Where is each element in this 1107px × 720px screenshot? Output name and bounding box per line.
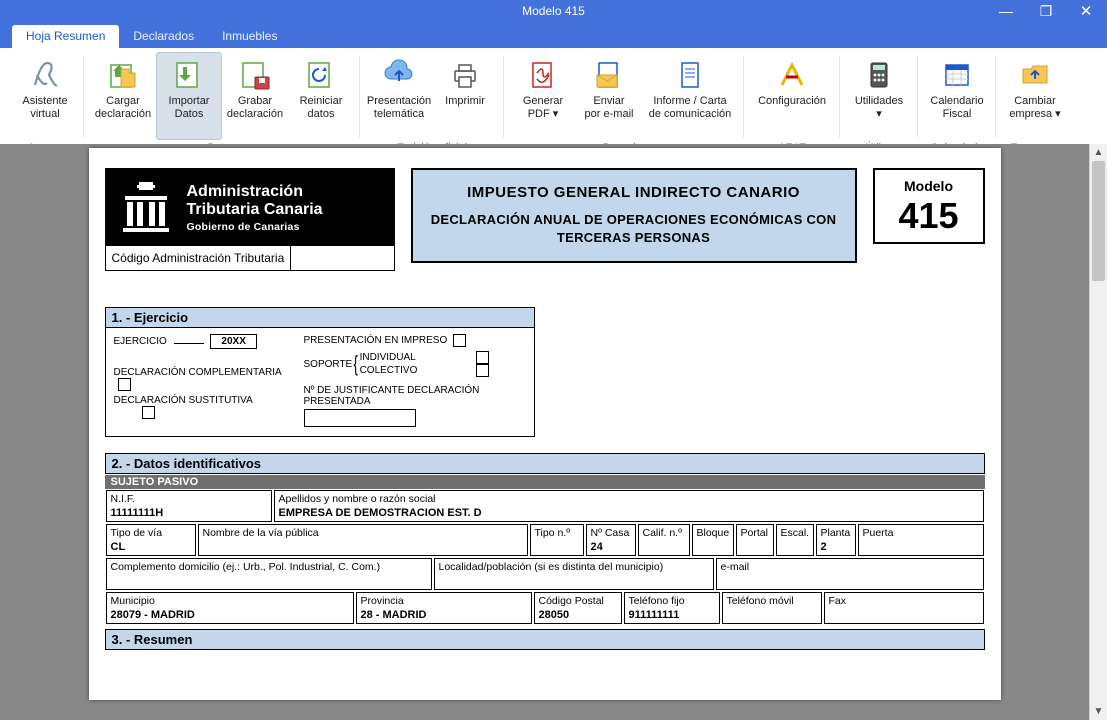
modelo-box: Modelo 415 [873, 168, 985, 244]
enviar-email-button[interactable]: Enviar por e-mail [576, 52, 642, 140]
chk-individual[interactable] [476, 351, 489, 364]
ribbon: Asistente virtual Atenea Cargar declarac… [0, 48, 1107, 159]
folder-open-icon [107, 59, 139, 91]
nif-value[interactable]: 11111111H [111, 506, 267, 520]
tipovia-value[interactable]: CL [111, 540, 191, 554]
grabar-declaracion-button[interactable]: Grabar declaración [222, 52, 288, 140]
cargar-declaracion-button[interactable]: Cargar declaración [90, 52, 156, 140]
reiniciar-datos-button[interactable]: Reiniciar datos [288, 52, 354, 140]
alpha-icon [29, 59, 61, 91]
section1-body: EJERCICIO 20XX DECLARACIÓN COMPLEMENTARI… [105, 328, 535, 437]
importar-datos-button[interactable]: Importar Datos [156, 52, 222, 140]
save-icon [239, 59, 271, 91]
calendario-fiscal-button[interactable]: Calendario Fiscal [924, 52, 990, 140]
minimize-button[interactable]: — [989, 1, 1023, 21]
informe-carta-button[interactable]: Informe / Carta de comunicación [642, 52, 738, 140]
presentacion-telematica-button[interactable]: Presentación telemática [366, 52, 432, 140]
aeat-logo-icon [776, 59, 808, 91]
pdf-icon [527, 59, 559, 91]
municipio-value[interactable]: 28079 - MADRID [111, 608, 349, 622]
ejercicio-value[interactable]: 20XX [210, 334, 256, 349]
close-button[interactable]: ✕ [1069, 1, 1103, 21]
imprimir-button[interactable]: Imprimir [432, 52, 498, 140]
scroll-up-button[interactable]: ▲ [1090, 144, 1107, 161]
tab-hoja-resumen[interactable]: Hoja Resumen [12, 25, 119, 48]
section3-header: 3. - Resumen [105, 629, 985, 650]
document-icon [674, 59, 706, 91]
utilidades-button[interactable]: Utilidades ▾ [846, 52, 912, 140]
section1-header: 1. - Ejercicio [105, 307, 535, 328]
tab-inmuebles[interactable]: Inmuebles [208, 25, 291, 48]
mail-icon [593, 59, 625, 91]
maximize-button[interactable]: ❐ [1029, 1, 1063, 21]
page-scroll[interactable]: Administración Tributaria Canaria Gobier… [0, 144, 1089, 720]
cp-value[interactable]: 28050 [539, 608, 617, 622]
canarias-crest-icon [119, 178, 173, 238]
planta-value[interactable]: 2 [821, 540, 851, 554]
cambiar-empresa-button[interactable]: Cambiar empresa ▾ [1002, 52, 1068, 140]
chk-colectivo[interactable] [476, 364, 489, 377]
nombre-value[interactable]: EMPRESA DE DEMOSTRACION EST. D [279, 506, 979, 520]
vertical-scrollbar[interactable]: ▲ ▼ [1089, 144, 1107, 720]
content-area: Administración Tributaria Canaria Gobier… [0, 144, 1107, 720]
import-icon [173, 59, 205, 91]
section2-header: 2. - Datos identificativos [105, 453, 985, 474]
scroll-down-button[interactable]: ▼ [1090, 703, 1107, 720]
generar-pdf-button[interactable]: Generar PDF ▾ [510, 52, 576, 140]
telfijo-value[interactable]: 911111111 [629, 608, 715, 622]
agency-logo: Administración Tributaria Canaria Gobier… [105, 168, 395, 271]
provincia-value[interactable]: 28 - MADRID [361, 608, 527, 622]
folder-up-icon [1019, 59, 1051, 91]
titlebar: Modelo 415 — ❐ ✕ [0, 0, 1107, 22]
calendar-icon [941, 59, 973, 91]
printer-icon [449, 59, 481, 91]
ncasa-value[interactable]: 24 [591, 540, 631, 554]
sujeto-pasivo-header: SUJETO PASIVO [105, 475, 985, 489]
asistente-virtual-button[interactable]: Asistente virtual [12, 52, 78, 140]
chk-impreso[interactable] [453, 334, 466, 347]
scroll-thumb[interactable] [1092, 161, 1105, 281]
form-title-box: IMPUESTO GENERAL INDIRECTO CANARIO DECLA… [411, 168, 857, 263]
chk-complementaria[interactable] [118, 378, 131, 391]
refresh-icon [305, 59, 337, 91]
configuracion-button[interactable]: Configuración [750, 52, 834, 140]
codigo-admin-label: Código Administración Tributaria [106, 248, 291, 268]
justificante-input[interactable] [304, 409, 416, 427]
window-title: Modelo 415 [522, 4, 585, 18]
cloud-upload-icon [383, 59, 415, 91]
form-page: Administración Tributaria Canaria Gobier… [89, 148, 1001, 700]
tab-strip: Hoja Resumen Declarados Inmuebles [0, 22, 1107, 48]
calculator-icon [863, 59, 895, 91]
codigo-admin-input[interactable] [290, 246, 393, 270]
tab-declarados[interactable]: Declarados [119, 25, 208, 48]
chk-sustitutiva[interactable] [142, 406, 155, 419]
